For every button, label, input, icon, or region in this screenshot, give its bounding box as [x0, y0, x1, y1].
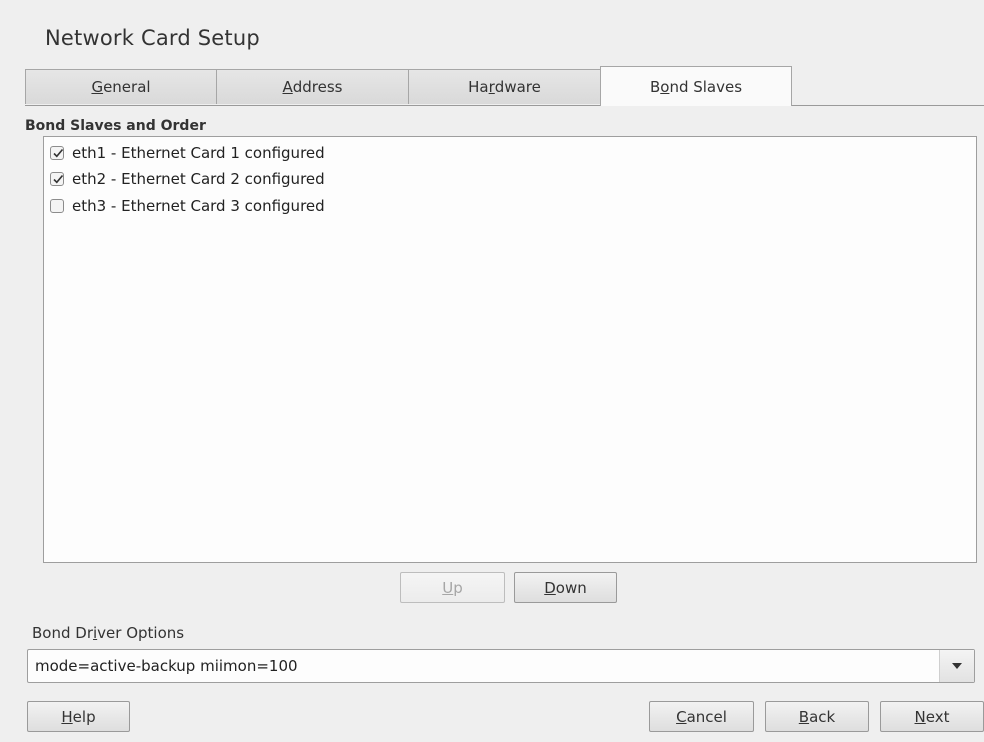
- tab-bar: General Address Ha r dware Bo nd Slaves: [25, 66, 984, 106]
- cancel-button[interactable]: Cancel: [649, 701, 754, 732]
- tab-hardware[interactable]: Ha r dware: [408, 69, 601, 104]
- list-item[interactable]: eth3 - Ethernet Card 3 configured: [50, 194, 325, 218]
- tab-divider: [25, 105, 984, 106]
- next-button[interactable]: Next: [880, 701, 984, 732]
- list-item[interactable]: eth1 - Ethernet Card 1 configured: [50, 141, 325, 165]
- list-item-label: eth1 - Ethernet Card 1 configured: [72, 144, 325, 162]
- checkbox-checked[interactable]: [50, 172, 64, 186]
- checkmark-icon: [53, 148, 64, 158]
- list-item-label: eth3 - Ethernet Card 3 configured: [72, 197, 325, 215]
- bond-slaves-list[interactable]: eth1 - Ethernet Card 1 configured eth2 -…: [43, 136, 977, 563]
- checkbox-unchecked[interactable]: [50, 199, 64, 213]
- back-button[interactable]: Back: [765, 701, 869, 732]
- bond-slaves-label: Bond Slaves and Order: [25, 118, 206, 134]
- list-item[interactable]: eth2 - Ethernet Card 2 configured: [50, 167, 325, 191]
- list-item-label: eth2 - Ethernet Card 2 configured: [72, 170, 325, 188]
- driver-options-combobox[interactable]: mode=active-backup miimon=100: [27, 649, 975, 683]
- up-button[interactable]: Up: [400, 572, 505, 603]
- driver-options-label: Bond Driver Options: [32, 624, 185, 642]
- tab-bond-slaves[interactable]: Bo nd Slaves: [600, 66, 792, 106]
- checkmark-icon: [53, 174, 64, 184]
- driver-options-value[interactable]: mode=active-backup miimon=100: [35, 657, 298, 675]
- tab-general[interactable]: General: [25, 69, 217, 104]
- checkbox-checked[interactable]: [50, 146, 64, 160]
- window-title: Network Card Setup: [45, 26, 260, 50]
- down-button[interactable]: Down: [514, 572, 617, 603]
- triangle-down-icon[interactable]: [939, 650, 974, 682]
- help-button[interactable]: Help: [27, 701, 130, 732]
- tab-address[interactable]: Address: [216, 69, 409, 104]
